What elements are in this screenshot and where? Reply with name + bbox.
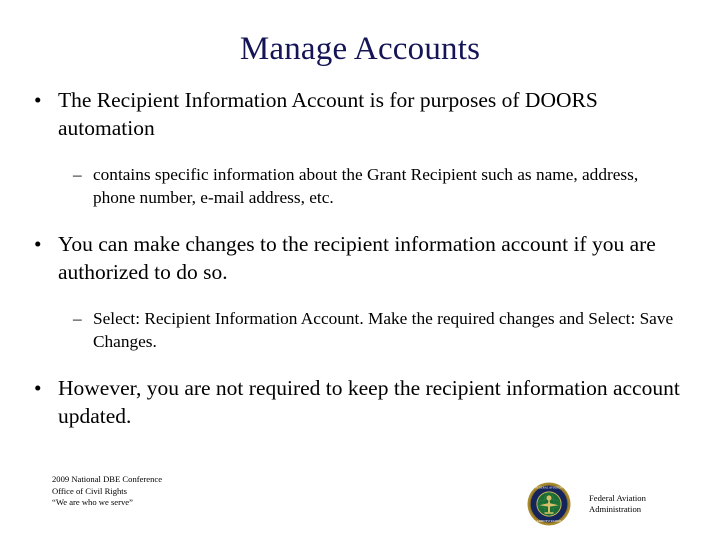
bullet-text: You can make changes to the recipient in… — [58, 232, 656, 284]
bullet-text: The Recipient Information Account is for… — [58, 88, 598, 140]
agency-name-line-2: Administration — [589, 504, 642, 515]
bullet-marker-icon: • — [34, 232, 42, 256]
footer-conference-info: 2009 National DBE Conference Office of C… — [52, 474, 162, 509]
bullet-marker-icon: • — [34, 376, 42, 400]
svg-text:ADMINISTRATION: ADMINISTRATION — [537, 519, 563, 523]
slide-body: • The Recipient Information Account is f… — [0, 86, 720, 432]
svg-text:FEDERAL AVIATION: FEDERAL AVIATION — [536, 486, 564, 490]
bullet-item: • The Recipient Information Account is f… — [0, 86, 720, 142]
agency-name-line-1: Federal Aviation — [589, 493, 646, 503]
bullet-marker-icon: • — [34, 88, 42, 112]
bullet-item: • You can make changes to the recipient … — [0, 230, 720, 286]
agency-branding: FEDERAL AVIATION ADMINISTRATION Federal … — [527, 482, 707, 530]
sub-bullet-text: contains specific information about the … — [93, 165, 639, 207]
dash-marker-icon: – — [73, 165, 82, 184]
page-title: Manage Accounts — [239, 31, 481, 67]
sub-bullet-item: – contains specific information about th… — [0, 163, 720, 209]
slide-canvas: Manage Accounts • The Recipient Informat… — [0, 0, 720, 540]
bullet-text: However, you are not required to keep th… — [58, 376, 680, 428]
footer-line-conference: 2009 National DBE Conference — [52, 474, 163, 484]
faa-seal-icon: FEDERAL AVIATION ADMINISTRATION — [527, 482, 571, 526]
footer-line-office: Office of Civil Rights — [52, 485, 128, 496]
bullet-item: • However, you are not required to keep … — [0, 374, 720, 430]
agency-name: Federal Aviation Administration — [589, 493, 646, 516]
sub-bullet-item: – Select: Recipient Information Account.… — [0, 307, 720, 353]
dash-marker-icon: – — [73, 309, 82, 328]
sub-bullet-text: Select: Recipient Information Account. M… — [93, 309, 674, 351]
footer-line-slogan: “We are who we serve” — [52, 497, 133, 508]
